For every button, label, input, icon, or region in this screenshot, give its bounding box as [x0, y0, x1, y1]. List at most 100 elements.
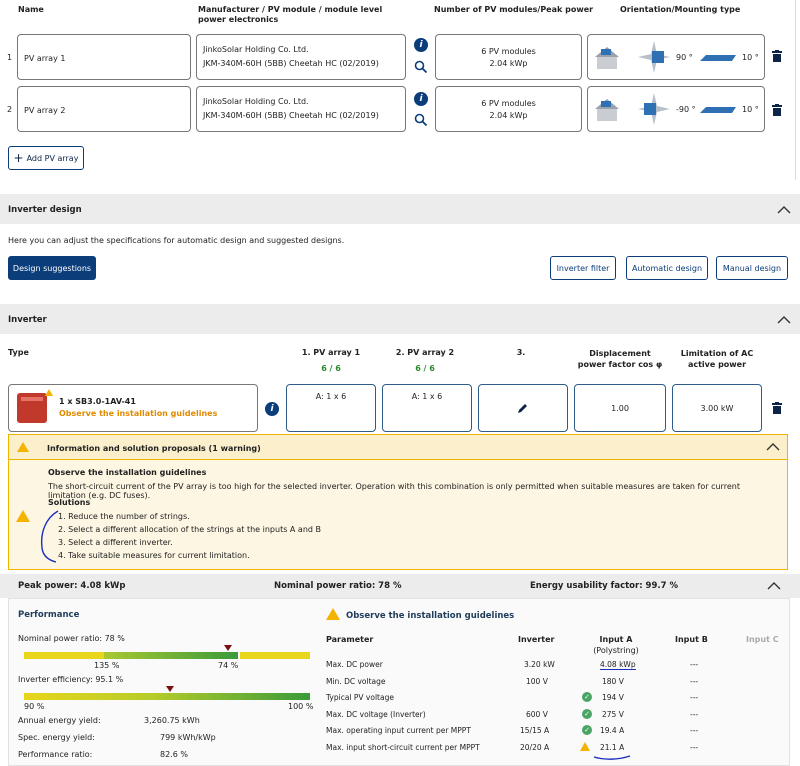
tilt-value: 10 °: [742, 105, 759, 114]
summary-bar[interactable]: Peak power: 4.08 kWp Nominal power ratio…: [0, 574, 800, 598]
info-icon[interactable]: i: [414, 38, 428, 52]
info-icon[interactable]: i: [265, 402, 279, 416]
col-header-name: Name: [18, 5, 44, 14]
col-header-pv2: 2. PV array 2: [395, 348, 455, 357]
chevron-up-icon[interactable]: [766, 580, 782, 592]
col-header-parameter: Parameter: [326, 635, 374, 644]
col-header-orientation: Orientation/Mounting type: [620, 5, 741, 14]
pv-module-field[interactable]: JinkoSolar Holding Co. Ltd. JKM-340M-60H…: [196, 34, 406, 80]
inverter-model-warning[interactable]: Observe the installation guidelines: [59, 409, 217, 418]
pv-array-name-field[interactable]: PV array 2: [17, 86, 191, 132]
input-b-value: ---: [690, 693, 699, 702]
param-name: Typical PV voltage: [326, 693, 394, 702]
guidelines-title: Observe the installation guidelines: [346, 611, 515, 621]
col-header-input-c: Input C: [746, 635, 779, 644]
details-panel: [8, 598, 790, 766]
nominal-marker-label: 74 %: [218, 661, 239, 670]
col-header-input-a-sub: (Polystring): [593, 646, 639, 655]
peak-power-summary: Peak power: 4.08 kWp: [18, 581, 126, 591]
chevron-up-icon[interactable]: [776, 314, 792, 326]
inverter-model: 1 x SB3.0-1AV-41: [59, 397, 136, 406]
input-b-value: ---: [690, 743, 699, 752]
nominal-marker-icon: [224, 645, 232, 651]
bar-segment-yellow: [24, 652, 104, 659]
solutions-title: Solutions: [48, 498, 91, 507]
col-header-number: Number of PV modules/Peak power: [434, 5, 594, 14]
module-count: 6 PV modules: [481, 99, 536, 108]
trash-icon[interactable]: [772, 402, 782, 414]
ac-limit-field[interactable]: 3.00 kW: [672, 384, 762, 432]
chevron-up-icon[interactable]: [765, 441, 781, 453]
param-name: Max. DC voltage (Inverter): [326, 710, 426, 719]
module-count-field[interactable]: 6 PV modules 2.04 kWp: [435, 34, 582, 80]
tilt-value: 10 °: [742, 53, 759, 62]
info-icon[interactable]: i: [414, 92, 428, 106]
cos-phi-value: 1.00: [611, 404, 629, 413]
chevron-up-icon[interactable]: [776, 204, 792, 216]
nominal-ratio-summary: Nominal power ratio: 78 %: [274, 581, 402, 591]
performance-title: Performance: [18, 610, 80, 620]
info-panel-header[interactable]: Information and solution proposals (1 wa…: [8, 434, 788, 460]
inverter-design-header[interactable]: Inverter design: [0, 194, 800, 224]
design-suggestions-button[interactable]: Design suggestions: [8, 256, 96, 280]
warning-icon: [580, 742, 590, 751]
inverter-type-card[interactable]: 1 x SB3.0-1AV-41 Observe the installatio…: [8, 384, 258, 432]
check-icon: ✓: [582, 725, 592, 735]
specific-yield-value: 799 kWh/kWp: [160, 733, 216, 742]
manufacturer-name: JinkoSolar Holding Co. Ltd.: [203, 45, 309, 54]
col-header-input-a: Input A: [599, 635, 633, 644]
bar-segment-green: [104, 652, 238, 659]
inverter-header[interactable]: Inverter: [0, 304, 800, 334]
handwritten-annotation-icon: [40, 510, 59, 563]
input-b-value: ---: [690, 726, 699, 735]
orientation-field[interactable]: -90 ° 10 °: [587, 86, 765, 132]
trash-icon[interactable]: [772, 50, 782, 62]
warning-icon: [326, 608, 340, 620]
specific-yield-label: Spec. energy yield:: [18, 733, 95, 742]
efficiency-max: 100 %: [288, 702, 314, 711]
search-icon[interactable]: [414, 113, 428, 127]
input-b-value: ---: [690, 660, 699, 669]
input-b-value: ---: [690, 710, 699, 719]
pv-array-name: PV array 2: [24, 106, 66, 115]
manufacturer-name: JinkoSolar Holding Co. Ltd.: [203, 97, 309, 106]
add-pv-array-label: Add PV array: [26, 153, 79, 163]
info-title: Information and solution proposals (1 wa…: [47, 444, 261, 453]
house-roof-icon: [595, 47, 619, 69]
pv-module-field[interactable]: JinkoSolar Holding Co. Ltd. JKM-340M-60H…: [196, 86, 406, 132]
pv1-assignment: A: 1 x 6: [315, 392, 347, 401]
energy-usability-summary: Energy usability factor: 99.7 %: [530, 581, 679, 591]
pv1-assignment-field[interactable]: A: 1 x 6: [286, 384, 376, 432]
automatic-design-button[interactable]: Automatic design: [626, 256, 708, 280]
param-name: Max. operating input current per MPPT: [326, 726, 471, 735]
handwritten-underline-icon: [593, 755, 631, 760]
info-text: The short-circuit current of the PV arra…: [48, 482, 740, 500]
manual-design-button[interactable]: Manual design: [716, 256, 788, 280]
param-name: Max. DC power: [326, 660, 383, 669]
inverter-filter-button[interactable]: Inverter filter: [550, 256, 616, 280]
compass-icon: [638, 93, 670, 125]
solution-item: 2. Select a different allocation of the …: [58, 525, 322, 534]
input-a-value: 180 V: [602, 677, 624, 686]
pencil-icon[interactable]: [517, 402, 529, 414]
input-a-value: 275 V: [602, 710, 624, 719]
add-pv-array-button[interactable]: + Add PV array: [8, 146, 84, 170]
efficiency-label: Inverter efficiency: 95.1 %: [18, 675, 124, 684]
trash-icon[interactable]: [772, 104, 782, 116]
warning-icon: [16, 510, 30, 522]
module-count-field[interactable]: 6 PV modules 2.04 kWp: [435, 86, 582, 132]
module-name: JKM-340M-60H (5BB) Cheetah HC (02/2019): [203, 59, 379, 68]
azimuth-value: -90 °: [676, 105, 696, 114]
check-icon: ✓: [582, 692, 592, 702]
info-heading: Observe the installation guidelines: [48, 468, 207, 477]
pv2-assignment-field[interactable]: A: 1 x 6: [382, 384, 472, 432]
col-header-displacement: Displacement power factor cos φ: [577, 349, 663, 369]
param-name: Min. DC voltage: [326, 677, 386, 686]
row-index: 2: [7, 105, 13, 114]
pv-array-name-field[interactable]: PV array 1: [17, 34, 191, 80]
pv3-assignment-field[interactable]: [478, 384, 568, 432]
orientation-field[interactable]: 90 ° 10 °: [587, 34, 765, 80]
search-icon[interactable]: [414, 60, 428, 74]
performance-ratio-label: Performance ratio:: [18, 750, 93, 759]
cos-phi-field[interactable]: 1.00: [574, 384, 666, 432]
